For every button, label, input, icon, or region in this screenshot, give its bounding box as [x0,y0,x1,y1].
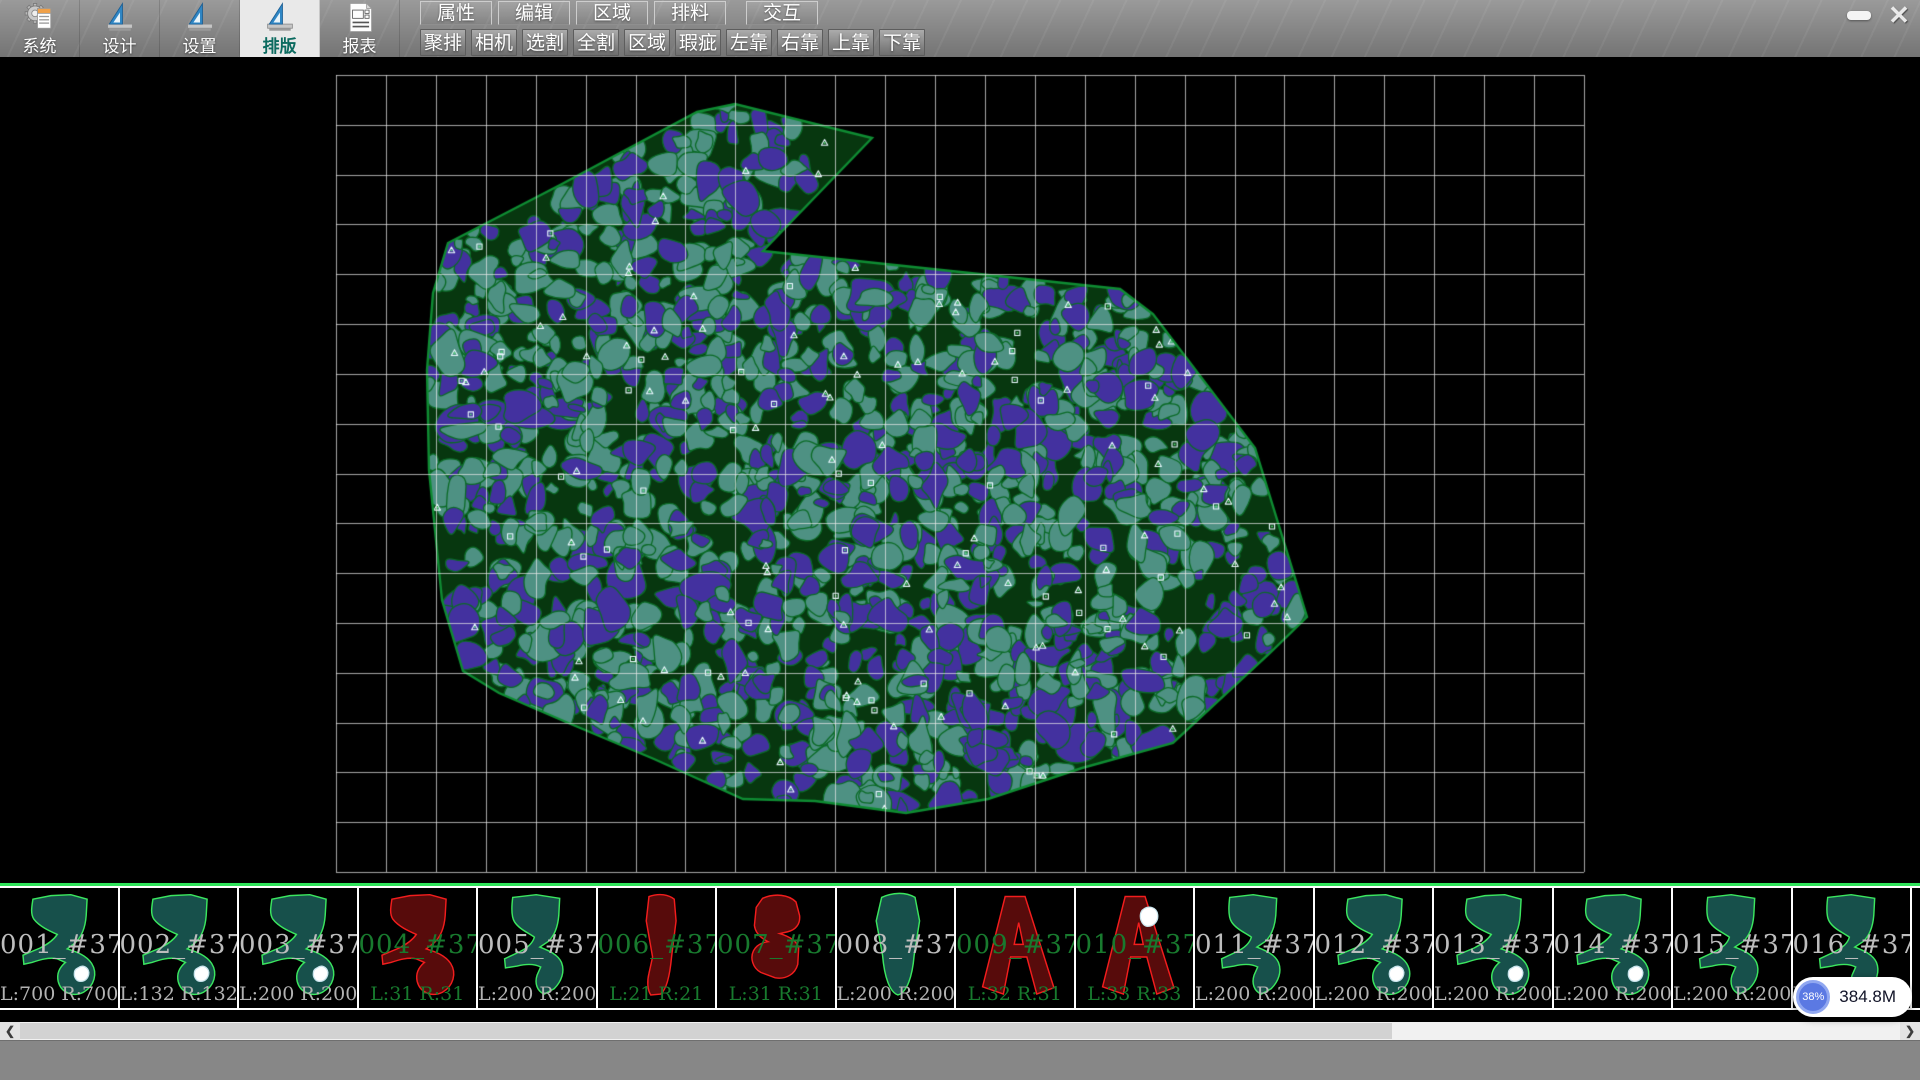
thumbnail-cell-9[interactable]: 009_#37 L:32 R:31 [956,888,1076,1008]
thumbnail-cell-3[interactable]: 003_#37 L:200 R:200 [239,888,359,1008]
piece-lr-label: L:132 R:132 [120,983,238,1005]
piece-lr-label: L:200 R:200 [478,983,596,1005]
action-button-9[interactable]: 上靠 [828,29,874,56]
action-button-row: 聚排相机选割全割区域瑕疵左靠右靠上靠下靠 [420,29,925,56]
gear-doc-icon [22,1,58,34]
piece-lr-label: L: [1912,983,1920,1005]
action-button-7[interactable]: 左靠 [726,29,772,56]
set-square-icon [182,1,218,34]
piece-name-label: 0 [1912,930,1920,960]
set-square-icon [262,1,298,34]
piece-name-label: 015_#37 [1673,930,1791,960]
piece-name-label: 006_#37 [598,930,716,960]
action-button-8[interactable]: 右靠 [777,29,823,56]
piece-lr-label: L:32 R:31 [956,983,1074,1005]
minimize-icon [1847,11,1871,20]
action-button-2[interactable]: 相机 [471,29,517,56]
piece-name-label: 002_#37 [120,930,238,960]
window-controls: ✕ [1842,2,1916,28]
piece-name-label: 007_#37 [717,930,835,960]
app-label: 设计 [103,32,137,57]
cpu-percent-indicator: 38% [1796,980,1830,1014]
scrollbar-thumb[interactable] [20,1023,1392,1039]
action-button-4[interactable]: 全割 [573,29,619,56]
piece-name-label: 012_#37 [1315,930,1433,960]
horizontal-scrollbar[interactable]: ❮ ❯ [0,1022,1920,1040]
thumbnail-cell-17[interactable]: 0 L: [1912,888,1920,1008]
piece-lr-label: L:200 R:200 [1434,983,1552,1005]
memory-usage-value: 384.8M [1839,987,1896,1007]
thumbnail-cell-14[interactable]: 014_#37 L:200 R:200 [1554,888,1674,1008]
set-square-icon [102,1,138,34]
app-label: 系统 [23,32,57,57]
thumbnail-cell-4[interactable]: 004_#37 L:31 R:31 [359,888,479,1008]
piece-lr-label: L:700 R:700 [0,983,118,1005]
app-launcher: 系统 设计 设置 排版 报表 [0,0,400,57]
app-button-2[interactable]: 设计 [80,0,160,57]
thumbnail-cell-6[interactable]: 006_#37 L:21 R:21 [598,888,718,1008]
thumbnail-cell-1[interactable]: 001_#37 L:700 R:700 [0,888,120,1008]
piece-name-label: 001_#37 [0,930,118,960]
thumbnail-cell-10[interactable]: 010_#37 L:33 R:33 [1076,888,1196,1008]
piece-name-label: 011_#37 [1195,930,1313,960]
action-button-6[interactable]: 瑕疵 [675,29,721,56]
menu-tab-3[interactable]: 区域 [576,1,648,25]
menu-tab-5[interactable]: 交互 [746,1,818,25]
piece-lr-label: L:31 R:31 [717,983,835,1005]
piece-lr-label: L:200 R:200 [1554,983,1672,1005]
piece-name-label: 014_#37 [1554,930,1672,960]
minimize-button[interactable] [1842,2,1876,28]
piece-lr-label: L:33 R:33 [1076,983,1194,1005]
action-button-5[interactable]: 区域 [624,29,670,56]
thumbnail-cell-2[interactable]: 002_#37 L:132 R:132 [120,888,240,1008]
top-toolbar: 系统设计设置排版报表 属性编辑区域排料交互 聚排相机选割全割区域瑕疵左靠右靠上靠… [0,0,1920,57]
memory-usage-badge: 38% 384.8M [1793,977,1912,1017]
piece-name-label: 013_#37 [1434,930,1552,960]
piece-name-label: 005_#37 [478,930,596,960]
app-button-1[interactable]: 系统 [0,0,80,57]
menu-tab-4[interactable]: 排料 [654,1,726,25]
menu-tab-1[interactable]: 属性 [420,1,492,25]
menu-tab-row: 属性编辑区域排料交互 [420,1,818,25]
piece-name-label: 016_#37 [1793,930,1911,960]
action-button-1[interactable]: 聚排 [420,29,466,56]
action-button-3[interactable]: 选割 [522,29,568,56]
piece-name-label: 008_#37 [837,930,955,960]
close-button[interactable]: ✕ [1882,2,1916,28]
piece-name-label: 009_#37 [956,930,1074,960]
piece-thumbnail-strip: 001_#37L:700 R:700002_#37L:132 R:132003_… [0,883,1920,1010]
piece-lr-label: L:200 R:200 [239,983,357,1005]
piece-lr-label: L:200 R:200 [837,983,955,1005]
app-button-3[interactable]: 设置 [160,0,240,57]
piece-lr-label: L:31 R:31 [359,983,477,1005]
piece-lr-label: L:200 R:200 [1673,983,1791,1005]
thumbnail-cells: 001_#37L:700 R:700002_#37L:132 R:132003_… [0,886,1920,1010]
action-button-10[interactable]: 下靠 [879,29,925,56]
thumbnail-cell-15[interactable]: 015_#37 L:200 R:200 [1673,888,1793,1008]
piece-name-label: 003_#37 [239,930,357,960]
application-window: 系统设计设置排版报表 属性编辑区域排料交互 聚排相机选割全割区域瑕疵左靠右靠上靠… [0,0,1920,1080]
scroll-right-icon[interactable]: ❯ [1900,1022,1920,1040]
menu-tab-2[interactable]: 编辑 [498,1,570,25]
piece-lr-label: L:200 R:200 [1195,983,1313,1005]
piece-lr-label: L:200 R:200 [1315,983,1433,1005]
scroll-left-icon[interactable]: ❮ [0,1022,20,1040]
app-button-4[interactable]: 排版 [240,0,320,57]
thumbnail-cell-13[interactable]: 013_#37 L:200 R:200 [1434,888,1554,1008]
piece-name-label: 004_#37 [359,930,477,960]
app-label: 报表 [343,32,377,57]
thumbnail-cell-7[interactable]: 007_#37 L:31 R:31 [717,888,837,1008]
app-button-5[interactable]: 报表 [320,0,400,57]
app-label: 排版 [263,32,297,57]
thumbnail-cell-8[interactable]: 008_#37 L:200 R:200 [837,888,957,1008]
thumbnail-cell-12[interactable]: 012_#37 L:200 R:200 [1315,888,1435,1008]
piece-lr-label: L:21 R:21 [598,983,716,1005]
app-label: 设置 [183,32,217,57]
status-bar [0,1040,1920,1080]
report-doc-icon [342,1,378,34]
thumbnail-cell-5[interactable]: 005_#37 L:200 R:200 [478,888,598,1008]
thumbnail-cell-11[interactable]: 011_#37 L:200 R:200 [1195,888,1315,1008]
piece-name-label: 010_#37 [1076,930,1194,960]
nesting-canvas[interactable] [0,57,1920,883]
